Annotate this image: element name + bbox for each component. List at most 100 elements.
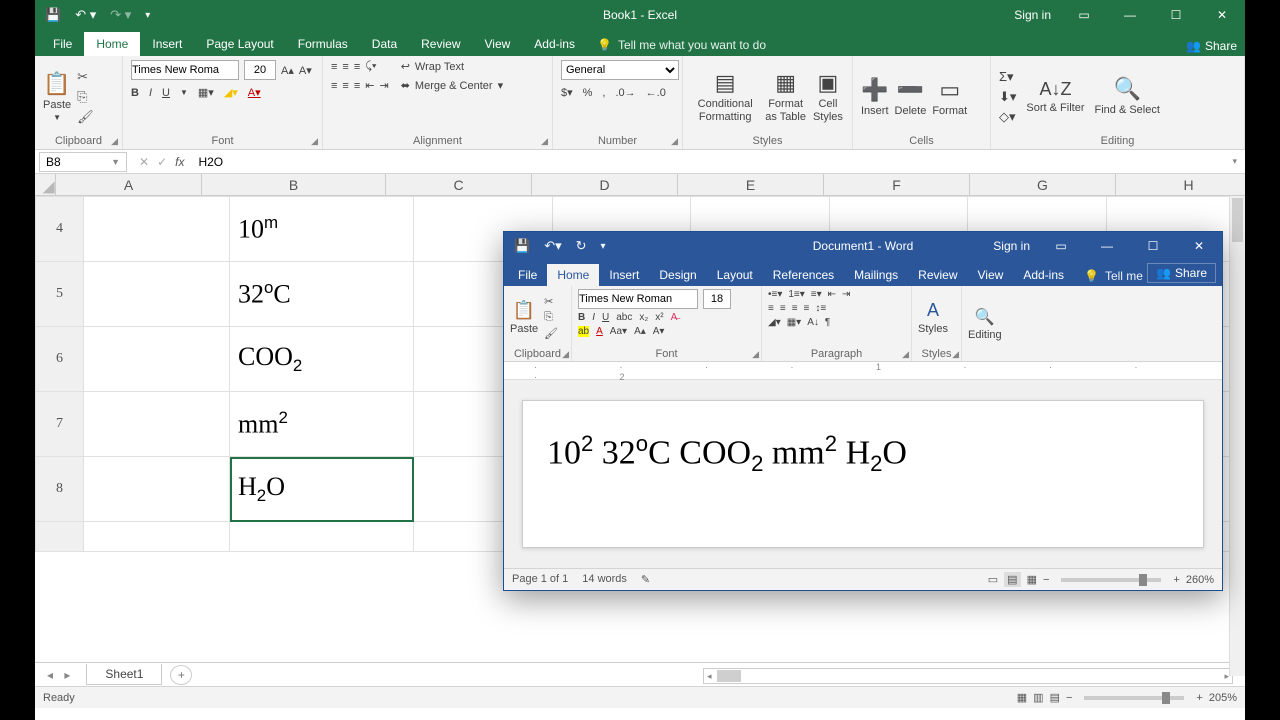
format-cells-button[interactable]: ▭Format	[932, 77, 967, 117]
align-top-icon[interactable]: ≡	[331, 61, 337, 73]
word-tab-review[interactable]: Review	[908, 264, 967, 286]
word-align-center-icon[interactable]: ≡	[780, 303, 786, 314]
percent-icon[interactable]: %	[583, 87, 593, 99]
word-tab-home[interactable]: Home	[547, 264, 599, 286]
vertical-scrollbar[interactable]	[1229, 196, 1245, 676]
column-header-A[interactable]: A	[56, 174, 202, 195]
row-header-5[interactable]: 5	[36, 262, 84, 327]
wrap-text-button[interactable]: ↩ Wrap Text	[401, 60, 503, 73]
bold-button[interactable]: B	[131, 87, 139, 99]
row-header-6[interactable]: 6	[36, 327, 84, 392]
word-multilevel-icon[interactable]: ≡▾	[811, 289, 822, 300]
indent-inc-icon[interactable]: ⇥	[379, 79, 388, 92]
word-sort-icon[interactable]: A↓	[807, 317, 819, 328]
word-tab-view[interactable]: View	[968, 264, 1014, 286]
cut-icon[interactable]: ✂	[77, 69, 94, 85]
format-as-table-button[interactable]: ▦Format as Table	[761, 70, 810, 122]
word-save-icon[interactable]: 💾	[514, 238, 530, 254]
redo-icon[interactable]: ↷ ▾	[110, 7, 131, 23]
word-tab-design[interactable]: Design	[649, 264, 706, 286]
format-painter-icon[interactable]: 🖌	[77, 109, 94, 125]
orientation-icon[interactable]: ⤹▾	[365, 60, 376, 73]
tab-data[interactable]: Data	[360, 32, 409, 56]
column-header-E[interactable]: E	[678, 174, 824, 195]
insert-cells-button[interactable]: ➕Insert	[861, 77, 889, 117]
column-header-H[interactable]: H	[1116, 174, 1245, 195]
word-proofing-icon[interactable]: ✎	[641, 573, 650, 586]
word-line-spacing-icon[interactable]: ↕≡	[815, 303, 826, 314]
fill-color-icon[interactable]: ◢▾	[224, 86, 238, 99]
word-clear-fmt-icon[interactable]: A̶	[671, 312, 678, 323]
font-color-icon[interactable]: A▾	[248, 86, 261, 99]
find-select-button[interactable]: 🔍Find & Select	[1095, 76, 1160, 116]
word-dec-indent-icon[interactable]: ⇤	[828, 289, 836, 300]
increase-font-icon[interactable]: A▴	[281, 64, 294, 77]
word-redo-icon[interactable]: ↻	[576, 238, 587, 254]
word-close-icon[interactable]: ✕	[1176, 231, 1222, 261]
word-grow-font-icon[interactable]: A▴	[634, 326, 646, 337]
tab-add-ins[interactable]: Add-ins	[522, 32, 587, 56]
expand-formula-icon[interactable]: ▾	[1224, 156, 1245, 167]
word-zoom-in-icon[interactable]: +	[1173, 574, 1179, 586]
horizontal-scrollbar[interactable]: ◂▸	[703, 668, 1233, 684]
cancel-formula-icon[interactable]: ✕	[139, 155, 149, 169]
paste-button[interactable]: 📋Paste▼	[43, 71, 71, 122]
word-styles-button[interactable]: AStyles	[918, 300, 948, 335]
cell-A8[interactable]	[84, 457, 230, 522]
word-shading-icon[interactable]: ◢▾	[768, 317, 781, 328]
zoom-slider[interactable]	[1084, 696, 1184, 700]
decrease-decimal-icon[interactable]: ←.0	[646, 87, 666, 99]
word-signin-button[interactable]: Sign in	[985, 231, 1038, 261]
word-zoom-out-icon[interactable]: −	[1043, 574, 1049, 586]
font-size-input[interactable]	[244, 60, 276, 80]
cell-A5[interactable]	[84, 262, 230, 327]
word-font-size-input[interactable]	[703, 289, 731, 309]
enter-formula-icon[interactable]: ✓	[157, 155, 167, 169]
row-header-8[interactable]: 8	[36, 457, 84, 522]
word-highlight-icon[interactable]: ab	[578, 326, 589, 337]
row-header-4[interactable]: 4	[36, 197, 84, 262]
underline-button[interactable]: U	[162, 87, 170, 99]
word-editing-button[interactable]: 🔍Editing	[968, 307, 1002, 341]
word-numbering-icon[interactable]: 1≡▾	[788, 289, 804, 300]
cell-B8[interactable]: H2O	[230, 457, 414, 522]
increase-decimal-icon[interactable]: .0→	[615, 87, 635, 99]
formula-input[interactable]: H2O	[192, 153, 1224, 171]
word-font-name-input[interactable]	[578, 289, 698, 309]
word-justify-icon[interactable]: ≡	[804, 303, 810, 314]
word-ruler[interactable]: · · · · 1 · · · · 2	[504, 362, 1222, 380]
word-web-view-icon[interactable]: ▦	[1027, 573, 1037, 586]
share-button[interactable]: 👥 Share	[1186, 39, 1237, 53]
word-superscript-icon[interactable]: x²	[655, 312, 663, 323]
word-align-left-icon[interactable]: ≡	[768, 303, 774, 314]
tab-view[interactable]: View	[473, 32, 523, 56]
cell-A6[interactable]	[84, 327, 230, 392]
align-left-icon[interactable]: ≡	[331, 80, 337, 92]
normal-view-icon[interactable]: ▦	[1017, 691, 1027, 704]
word-inc-indent-icon[interactable]: ⇥	[842, 289, 850, 300]
sort-filter-button[interactable]: A↓ZSort & Filter	[1026, 79, 1084, 114]
qat-customize-icon[interactable]: ▾	[145, 10, 150, 21]
zoom-level[interactable]: 205%	[1209, 692, 1237, 704]
delete-cells-button[interactable]: ➖Delete	[895, 77, 927, 117]
word-strike-icon[interactable]: abc	[616, 312, 632, 323]
tab-review[interactable]: Review	[409, 32, 472, 56]
tab-formulas[interactable]: Formulas	[286, 32, 360, 56]
page-layout-view-icon[interactable]: ▥	[1033, 691, 1043, 704]
align-bottom-icon[interactable]: ≡	[354, 61, 360, 73]
column-header-G[interactable]: G	[970, 174, 1116, 195]
copy-icon[interactable]: ⎘	[77, 89, 94, 105]
italic-button[interactable]: I	[149, 87, 152, 99]
close-icon[interactable]: ✕	[1199, 0, 1245, 30]
word-shrink-font-icon[interactable]: A▾	[653, 326, 665, 337]
minimize-icon[interactable]: —	[1107, 0, 1153, 30]
signin-button[interactable]: Sign in	[1004, 0, 1061, 30]
cell-B7[interactable]: mm2	[230, 392, 414, 457]
column-header-C[interactable]: C	[386, 174, 532, 195]
word-qat-customize-icon[interactable]: ▾	[601, 241, 606, 252]
merge-center-button[interactable]: ⬌ Merge & Center ▾	[401, 79, 503, 92]
tab-insert[interactable]: Insert	[140, 32, 194, 56]
indent-dec-icon[interactable]: ⇤	[365, 79, 374, 92]
word-tab-mailings[interactable]: Mailings	[844, 264, 908, 286]
conditional-formatting-button[interactable]: ▤Conditional Formatting	[691, 70, 759, 122]
